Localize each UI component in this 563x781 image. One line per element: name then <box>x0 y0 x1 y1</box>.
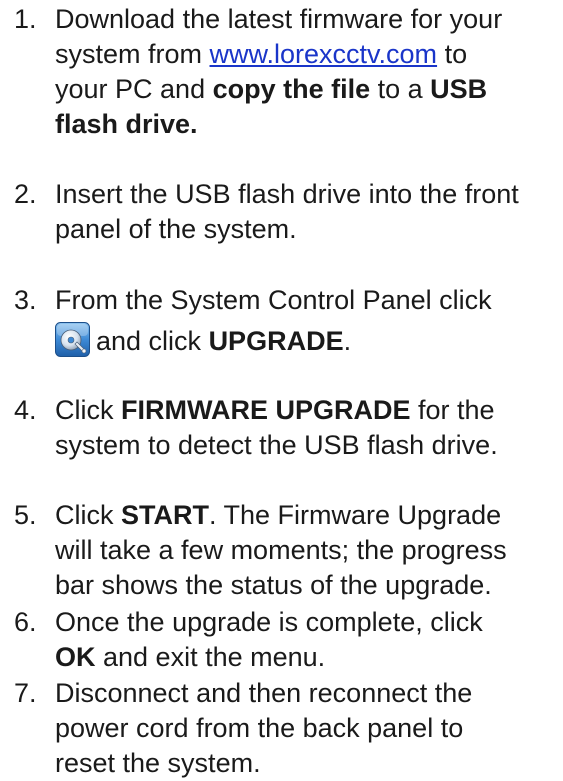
step-line: system from www.lorexcctv.com to <box>55 39 468 69</box>
step-text: From the System Control Panel click and … <box>55 283 560 359</box>
step-number: 7. <box>14 678 37 708</box>
step-line: Click START. The Firmware Upgrade <box>55 500 502 530</box>
step-line: flash drive. <box>55 107 560 142</box>
lorex-website-link[interactable]: www.lorexcctv.com <box>210 39 438 69</box>
step-line: From the System Control Panel click <box>55 285 492 315</box>
step-number: 2. <box>14 179 37 209</box>
bold-term: copy the file <box>212 74 371 104</box>
bold-term: FIRMWARE UPGRADE <box>121 395 411 425</box>
step-number: 4. <box>14 395 37 425</box>
step-line: reset the system. <box>55 748 261 778</box>
bold-term: UPGRADE <box>208 326 344 356</box>
step-line: Disconnect and then reconnect the <box>55 678 473 708</box>
step-text: Click START. The Firmware Upgrade will t… <box>55 498 560 603</box>
step-number: 1. <box>14 4 37 34</box>
step-line: OK and exit the menu. <box>55 642 326 672</box>
step-number: 6. <box>14 607 37 637</box>
bold-term: START <box>121 500 209 530</box>
bold-term: OK <box>55 642 96 672</box>
step-text: Disconnect and then reconnect the power … <box>55 676 560 781</box>
step-text: Insert the USB flash drive into the fron… <box>55 177 560 247</box>
step-line: Insert the USB flash drive into the fron… <box>55 179 519 209</box>
step-number: 3. <box>14 285 37 315</box>
step-line: power cord from the back panel to <box>55 713 464 743</box>
step-line: will take a few moments; the progress <box>55 535 507 565</box>
step-line: Click FIRMWARE UPGRADE for the <box>55 395 495 425</box>
step-line: your PC and copy the file to a USB <box>55 74 488 104</box>
step-text: Click FIRMWARE UPGRADE for the system to… <box>55 393 560 463</box>
upgrade-disc-icon[interactable] <box>55 322 90 357</box>
step-line: panel of the system. <box>55 214 297 244</box>
step-text: Download the latest firmware for your sy… <box>55 2 560 142</box>
step-line: and click UPGRADE. <box>55 322 560 359</box>
bold-term: USB <box>430 74 488 104</box>
bold-term: flash drive. <box>55 109 198 139</box>
step-text: Once the upgrade is complete, click OK a… <box>55 605 560 675</box>
step-line: Once the upgrade is complete, click <box>55 607 483 637</box>
step-line: Download the latest firmware for your <box>55 4 503 34</box>
step-number: 5. <box>14 500 37 530</box>
step-line: system to detect the USB flash drive. <box>55 430 498 460</box>
step-line: bar shows the status of the upgrade. <box>55 570 492 600</box>
